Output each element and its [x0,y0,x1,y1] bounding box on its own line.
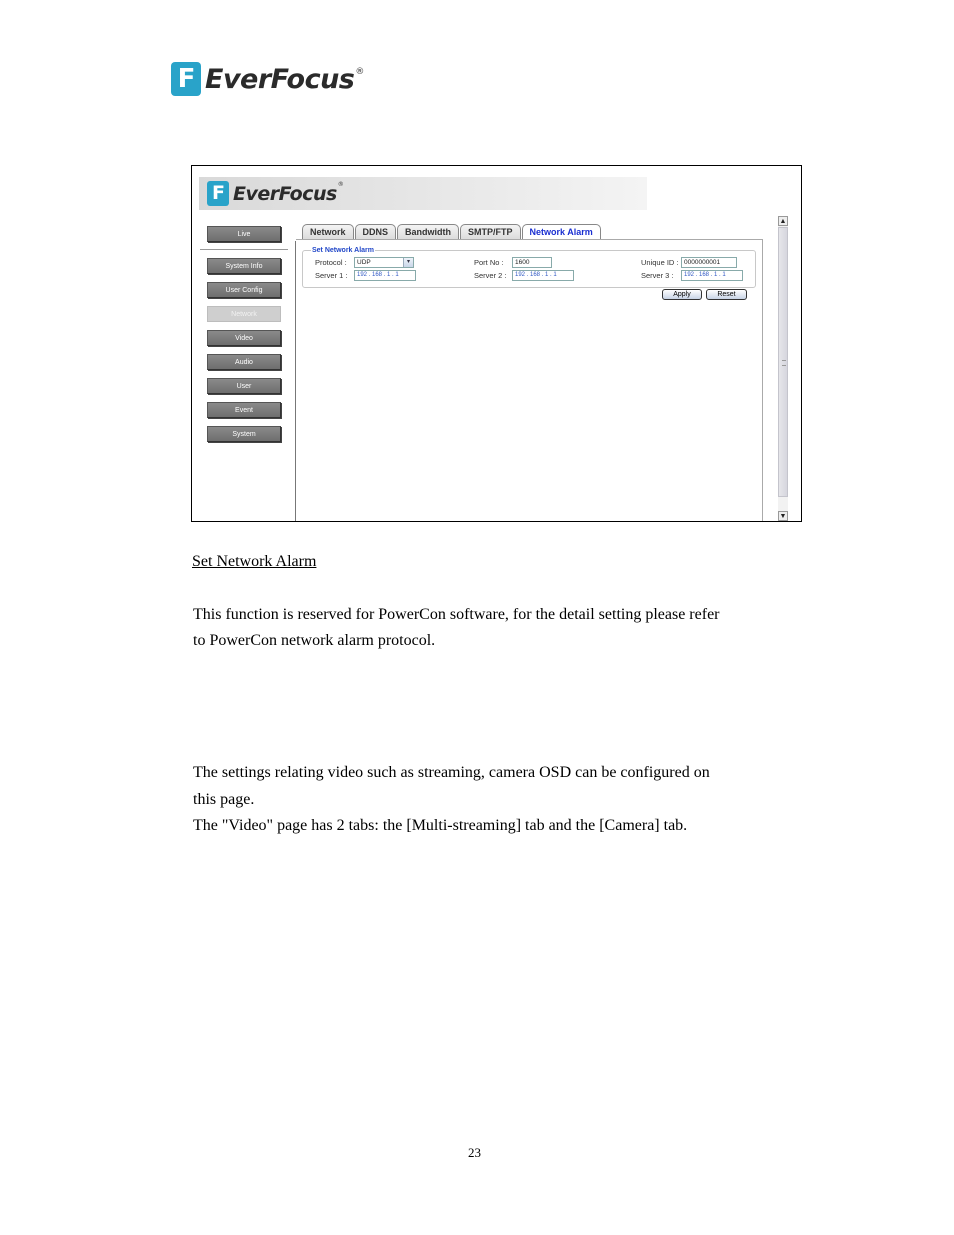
paragraph-line: this page. [193,791,255,808]
paragraph-line: This function is reserved for PowerCon s… [193,606,720,623]
port-input[interactable]: 1600 [512,257,552,268]
logo-mark-icon: F [207,181,229,206]
apply-button[interactable]: Apply [662,289,702,300]
scroll-down-icon[interactable]: ▼ [778,511,788,521]
sidebar-divider [200,249,288,250]
set-network-alarm-group: Set Network Alarm Protocol : UDP ▾ Port … [302,246,756,288]
chevron-down-icon: ▾ [403,258,413,267]
section-title: Set Network Alarm [192,553,317,570]
unique-id-input[interactable]: 0000000001 [681,257,737,268]
reset-button[interactable]: Reset [706,289,747,300]
everfocus-logo: F EverFocus ® [171,61,364,97]
logo-text: EverFocus [205,63,355,95]
sidebar-item-audio[interactable]: Audio [207,354,281,370]
tab-bandwidth[interactable]: Bandwidth [397,224,460,239]
group-legend: Set Network Alarm [311,246,375,255]
server1-ip-input[interactable]: 192 . 168 . 1 . 1 [354,270,416,281]
paragraph-line: The "Video" page has 2 tabs: the [Multi-… [193,817,688,834]
protocol-label: Protocol : [315,258,347,267]
scroll-up-icon[interactable]: ▲ [778,216,788,226]
sidebar-item-network[interactable]: Network [207,306,281,322]
tab-smtp-ftp[interactable]: SMTP/FTP [460,224,521,239]
sidebar-item-event[interactable]: Event [207,402,281,418]
sidebar-item-system-info[interactable]: System Info [207,258,281,274]
banner-logo-text: EverFocus [233,182,337,205]
sidebar-item-system[interactable]: System [207,426,281,442]
server3-ip-input[interactable]: 192 . 168 . 1 . 1 [681,270,743,281]
tab-ddns[interactable]: DDNS [354,224,397,239]
protocol-select[interactable]: UDP ▾ [354,257,414,268]
port-label: Port No : [474,258,504,267]
tab-bar: Network DDNS Bandwidth SMTP/FTP Network … [302,224,602,239]
sidebar-item-video[interactable]: Video [207,330,281,346]
server3-label: Server 3 : [641,271,674,280]
vertical-scrollbar[interactable]: ▲ ▼ [778,216,788,521]
tab-network[interactable]: Network [302,224,354,239]
server1-label: Server 1 : [315,271,348,280]
ui-screenshot-frame: F EverFocus ® Live System Info User Conf… [191,165,802,522]
page-number: 23 [468,1145,481,1160]
paragraph-line: to PowerCon network alarm protocol. [193,632,436,649]
logo-mark-icon: F [171,62,201,96]
tab-network-alarm[interactable]: Network Alarm [521,224,601,239]
unique-id-label: Unique ID : [641,258,679,267]
sidebar-item-user[interactable]: User [207,378,281,394]
server2-label: Server 2 : [474,271,507,280]
sidebar-nav: Live System Info User Config Network Vid… [192,221,295,521]
app-banner: F EverFocus ® [199,177,647,210]
grip-icon [782,360,786,366]
server2-ip-input[interactable]: 192 . 168 . 1 . 1 [512,270,574,281]
sidebar-item-user-config[interactable]: User Config [207,282,281,298]
scrollbar-thumb[interactable] [778,227,788,497]
panel-border [762,239,763,521]
registered-mark: ® [355,67,365,77]
registered-mark: ® [337,181,344,188]
sidebar-item-live[interactable]: Live [207,226,281,242]
paragraph-line: The settings relating video such as stre… [193,764,710,781]
